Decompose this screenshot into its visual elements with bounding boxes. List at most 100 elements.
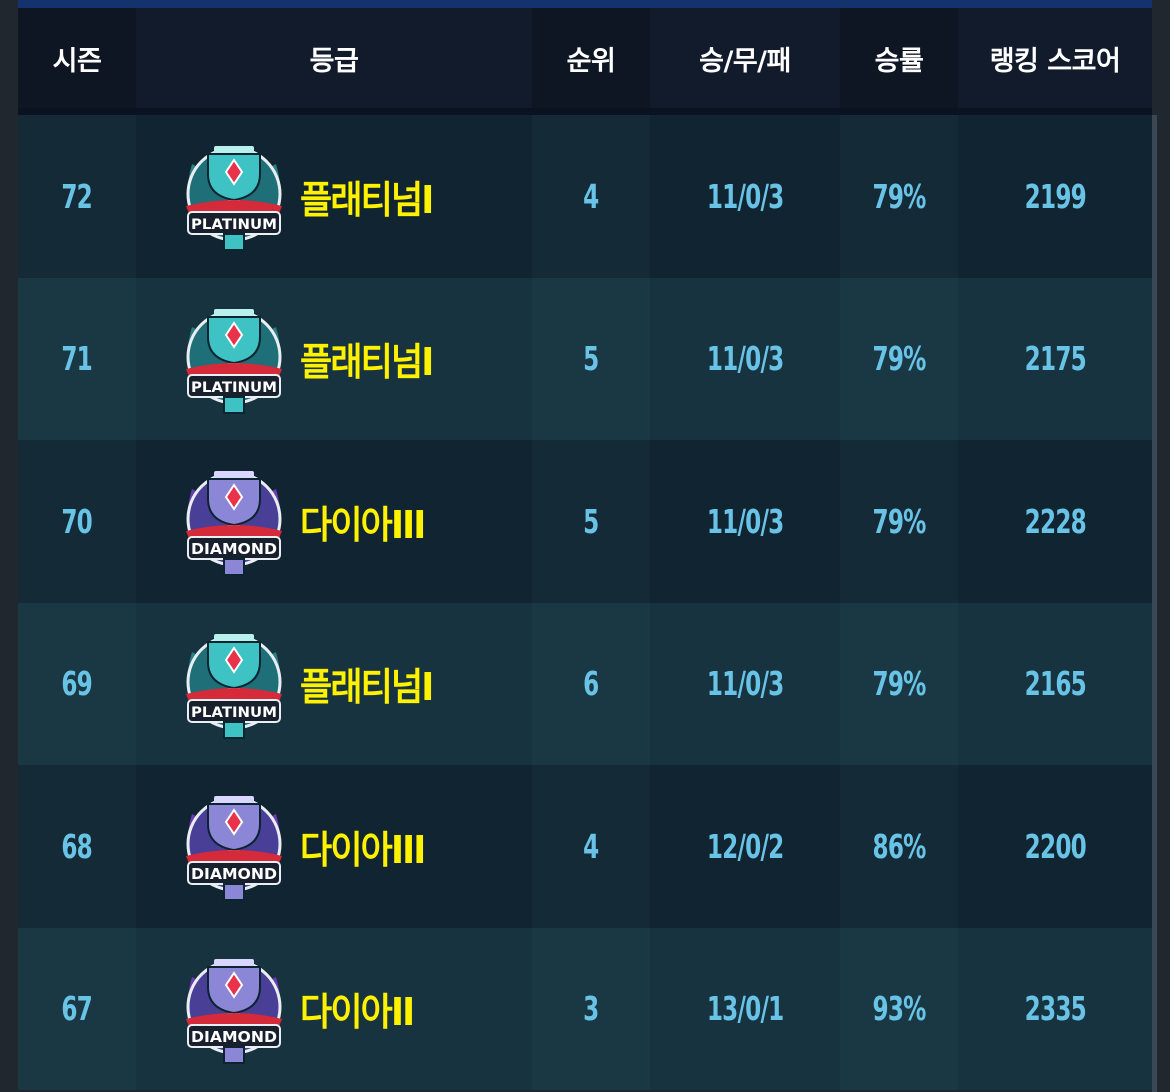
season-cell: 72 (18, 115, 136, 278)
header-win-rate: 승률 (874, 45, 924, 77)
rank-cell: 5 (532, 278, 650, 441)
score-value: 2228 (1024, 501, 1086, 541)
svg-text:PLATINUM: PLATINUM (191, 380, 277, 396)
header-grade: 등급 (136, 8, 532, 108)
grade-cell: DIAMOND 다이아III (136, 440, 532, 603)
top-accent-bar (18, 0, 1152, 8)
season-value: 68 (61, 826, 93, 866)
record-value: 11/0/3 (706, 664, 784, 704)
record-value: 11/0/3 (706, 501, 784, 541)
record-value: 11/0/3 (706, 176, 784, 216)
header-rank: 순위 (566, 45, 616, 77)
rank-cell: 4 (532, 765, 650, 928)
table-body: 72 PLATINUM 플래티넘I 4 11/0/3 79% 2199 71 P… (18, 115, 1157, 1092)
table-row: 72 PLATINUM 플래티넘I 4 11/0/3 79% 2199 (18, 115, 1152, 278)
score-value: 2165 (1024, 664, 1086, 704)
win-rate-cell: 93% (840, 928, 958, 1091)
diamond-emblem-icon: DIAMOND (178, 461, 290, 581)
grade-cell: PLATINUM 플래티넘I (136, 115, 532, 278)
season-value: 70 (61, 501, 93, 541)
table-row: 70 DIAMOND 다이아III 5 11/0/3 79% 2228 (18, 440, 1152, 603)
grade-cell: PLATINUM 플래티넘I (136, 277, 532, 440)
win-rate-value: 93% (872, 989, 926, 1029)
score-value: 2199 (1024, 176, 1086, 216)
season-value: 71 (61, 339, 93, 379)
season-value: 69 (61, 664, 93, 704)
svg-text:DIAMOND: DIAMOND (191, 865, 277, 883)
season-cell: 67 (18, 928, 136, 1091)
rank-cell: 3 (532, 928, 650, 1091)
table-header: 시즌 등급 순위 승/무/패 승률 랭킹 스코어 (18, 8, 1152, 115)
season-value: 67 (61, 989, 93, 1029)
record-value: 12/0/2 (706, 826, 784, 866)
grade-cell: PLATINUM 플래티넘I (136, 602, 532, 765)
platinum-emblem-icon: PLATINUM (178, 299, 290, 419)
rank-value: 4 (583, 176, 599, 216)
score-cell: 2199 (958, 115, 1152, 278)
grade-name: 플래티넘I (300, 665, 434, 710)
score-cell: 2228 (958, 440, 1152, 603)
table-row: 67 DIAMOND 다이아II 3 13/0/1 93% 2335 (18, 927, 1152, 1091)
diamond-emblem-icon: DIAMOND (178, 786, 290, 906)
win-rate-value: 79% (872, 339, 926, 379)
win-rate-cell: 79% (840, 603, 958, 766)
score-cell: 2165 (958, 602, 1152, 765)
grade-cell: DIAMOND 다이아II (136, 927, 532, 1090)
record-cell: 11/0/3 (650, 277, 840, 440)
win-rate-value: 79% (872, 176, 926, 216)
season-cell: 68 (18, 765, 136, 928)
record-value: 11/0/3 (706, 339, 784, 379)
record-cell: 11/0/3 (650, 115, 840, 278)
rank-value: 6 (583, 664, 599, 704)
svg-text:DIAMOND: DIAMOND (191, 1028, 277, 1046)
rank-value: 3 (583, 989, 599, 1029)
scrollbar[interactable] (1152, 115, 1157, 1092)
grade-name: 다이아III (300, 502, 426, 547)
record-cell: 11/0/3 (650, 602, 840, 765)
grade-cell: DIAMOND 다이아III (136, 765, 532, 928)
record-cell: 13/0/1 (650, 927, 840, 1090)
win-rate-cell: 86% (840, 765, 958, 928)
win-rate-value: 79% (872, 501, 926, 541)
rank-cell: 5 (532, 440, 650, 603)
season-ranking-table: 시즌 등급 순위 승/무/패 승률 랭킹 스코어 72 PLATINUM 플래티… (18, 8, 1157, 1092)
win-rate-value: 86% (872, 826, 926, 866)
season-cell: 69 (18, 603, 136, 766)
score-cell: 2335 (958, 927, 1152, 1090)
score-cell: 2175 (958, 277, 1152, 440)
platinum-emblem-icon: PLATINUM (178, 136, 290, 256)
grade-name: 다이아III (300, 827, 426, 872)
score-value: 2335 (1024, 989, 1086, 1029)
win-rate-value: 79% (872, 664, 926, 704)
win-rate-cell: 79% (840, 440, 958, 603)
rank-value: 5 (583, 339, 599, 379)
svg-text:PLATINUM: PLATINUM (191, 705, 277, 721)
grade-name: 플래티넘I (300, 177, 434, 222)
platinum-emblem-icon: PLATINUM (178, 624, 290, 744)
header-ranking-score: 랭킹 스코어 (958, 8, 1152, 108)
rank-cell: 4 (532, 115, 650, 278)
table-row: 71 PLATINUM 플래티넘I 5 11/0/3 79% 2175 (18, 277, 1152, 441)
table-row: 68 DIAMOND 다이아III 4 12/0/2 86% 2200 (18, 765, 1152, 928)
win-rate-cell: 79% (840, 115, 958, 278)
rank-value: 5 (583, 501, 599, 541)
diamond-emblem-icon: DIAMOND (178, 949, 290, 1069)
svg-text:DIAMOND: DIAMOND (191, 540, 277, 558)
season-cell: 71 (18, 278, 136, 441)
grade-name: 다이아II (300, 990, 415, 1035)
rank-value: 4 (583, 826, 599, 866)
season-cell: 70 (18, 440, 136, 603)
win-rate-cell: 79% (840, 278, 958, 441)
svg-text:PLATINUM: PLATINUM (191, 217, 277, 233)
header-season: 시즌 (52, 45, 102, 77)
record-cell: 12/0/2 (650, 765, 840, 928)
season-value: 72 (61, 176, 93, 216)
record-value: 13/0/1 (706, 989, 784, 1029)
score-value: 2200 (1024, 826, 1086, 866)
record-cell: 11/0/3 (650, 440, 840, 603)
score-value: 2175 (1024, 339, 1086, 379)
grade-name: 플래티넘I (300, 340, 434, 385)
header-record: 승/무/패 (650, 8, 840, 108)
score-cell: 2200 (958, 765, 1152, 928)
table-row: 69 PLATINUM 플래티넘I 6 11/0/3 79% 2165 (18, 602, 1152, 766)
